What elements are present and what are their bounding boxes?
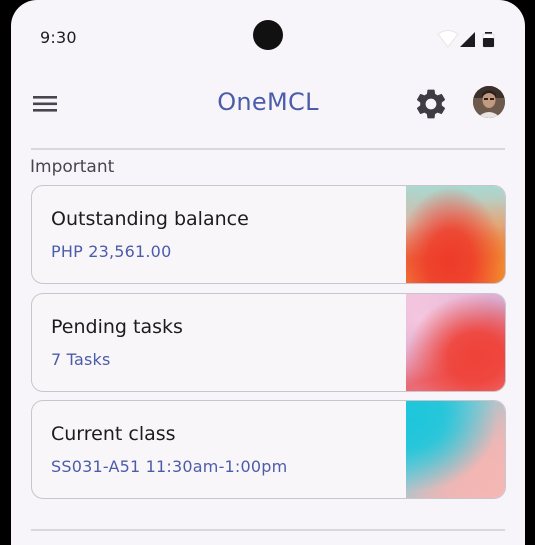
hamburger-menu-icon[interactable]: [29, 88, 61, 120]
card-subtitle: SS031-A51 11:30am-1:00pm: [51, 457, 288, 476]
phone-screen: 9:30 OneMCL Important Outstanding balanc…: [11, 0, 525, 545]
card-subtitle: PHP 23,561.00: [51, 242, 172, 261]
wifi-icon: [437, 30, 459, 48]
user-avatar[interactable]: [473, 86, 505, 118]
card-gradient-image: [406, 186, 505, 283]
section-divider: [31, 529, 505, 531]
outstanding-balance-card[interactable]: Outstanding balance PHP 23,561.00: [31, 185, 506, 284]
app-bar: OneMCL: [11, 76, 525, 132]
signal-icon: [460, 32, 475, 47]
status-icons: [436, 29, 498, 49]
card-subtitle: 7 Tasks: [51, 350, 111, 369]
card-gradient-image: [406, 401, 505, 498]
section-label-important: Important: [30, 157, 115, 177]
card-title: Current class: [51, 423, 176, 445]
header-divider: [31, 148, 505, 150]
current-class-card[interactable]: Current class SS031-A51 11:30am-1:00pm: [31, 400, 506, 499]
status-bar: 9:30: [11, 0, 525, 76]
front-camera: [253, 20, 283, 50]
card-title: Pending tasks: [51, 316, 183, 338]
gear-icon[interactable]: [413, 86, 449, 122]
card-title: Outstanding balance: [51, 208, 249, 230]
pending-tasks-card[interactable]: Pending tasks 7 Tasks: [31, 293, 506, 392]
app-title: OneMCL: [217, 88, 319, 116]
card-gradient-image: [406, 294, 505, 391]
status-time: 9:30: [40, 28, 77, 47]
battery-icon: [482, 32, 495, 48]
